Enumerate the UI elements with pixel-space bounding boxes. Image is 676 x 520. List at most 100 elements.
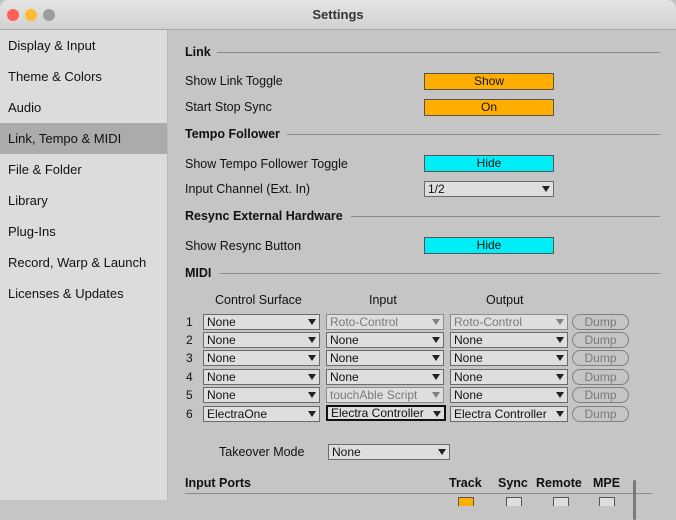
chevron-down-icon: [542, 186, 550, 192]
port-mpe-checkbox[interactable]: [599, 497, 615, 506]
midi-output-dropdown-5[interactable]: None: [450, 387, 568, 403]
column-header-track: Track: [449, 476, 482, 490]
dropdown-value: None: [454, 333, 483, 347]
chevron-down-icon: [308, 411, 316, 417]
dump-button-6[interactable]: Dump: [572, 406, 629, 422]
start-stop-sync-button[interactable]: On: [424, 99, 554, 116]
control-surface-dropdown-5[interactable]: None: [203, 387, 320, 403]
chevron-down-icon: [556, 392, 564, 398]
column-header-sync: Sync: [498, 476, 528, 490]
sidebar-item-library[interactable]: Library: [0, 185, 167, 216]
midi-input-dropdown-2[interactable]: None: [326, 332, 444, 348]
divider: [287, 134, 660, 135]
control-surface-dropdown-1[interactable]: None: [203, 314, 320, 330]
dropdown-value: None: [454, 388, 483, 402]
takeover-mode-label: Takeover Mode: [219, 445, 305, 459]
window-title: Settings: [312, 7, 364, 22]
dropdown-value: None: [330, 351, 359, 365]
midi-row-number: 5: [186, 388, 193, 402]
sidebar-item-theme-colors[interactable]: Theme & Colors: [0, 61, 167, 92]
dropdown-value: Electra Controller: [454, 407, 547, 421]
midi-output-dropdown-6[interactable]: Electra Controller: [450, 406, 568, 422]
chevron-down-icon: [438, 449, 446, 455]
chevron-down-icon: [308, 374, 316, 380]
sidebar-item-record-warp-launch[interactable]: Record, Warp & Launch: [0, 247, 167, 278]
midi-input-dropdown-5[interactable]: touchAble Script: [326, 387, 444, 403]
divider: [351, 216, 660, 217]
chevron-down-icon: [556, 411, 564, 417]
input-channel-dropdown[interactable]: 1/2: [424, 181, 554, 197]
midi-output-dropdown-1[interactable]: Roto-Control: [450, 314, 568, 330]
divider: [217, 52, 660, 53]
takeover-mode-dropdown[interactable]: None: [328, 444, 450, 460]
divider: [185, 493, 652, 494]
sidebar-item-audio[interactable]: Audio: [0, 92, 167, 123]
port-sync-checkbox[interactable]: [506, 497, 522, 506]
chevron-down-icon: [432, 355, 440, 361]
chevron-down-icon: [308, 355, 316, 361]
dropdown-value: None: [454, 351, 483, 365]
sidebar-item-licenses-updates[interactable]: Licenses & Updates: [0, 278, 167, 309]
midi-input-dropdown-4[interactable]: None: [326, 369, 444, 385]
midi-output-dropdown-2[interactable]: None: [450, 332, 568, 348]
midi-output-dropdown-4[interactable]: None: [450, 369, 568, 385]
show-tempo-follower-toggle-button[interactable]: Hide: [424, 155, 554, 172]
dropdown-value: None: [207, 388, 236, 402]
dropdown-value: Roto-Control: [330, 315, 399, 329]
show-resync-button-label: Show Resync Button: [185, 239, 302, 253]
sidebar-item-plug-ins[interactable]: Plug-Ins: [0, 216, 167, 247]
midi-row-number: 4: [186, 370, 193, 384]
chevron-down-icon: [432, 337, 440, 343]
dropdown-value: None: [454, 370, 483, 384]
dump-button-5[interactable]: Dump: [572, 387, 629, 403]
chevron-down-icon: [556, 319, 564, 325]
port-remote-checkbox[interactable]: [553, 497, 569, 506]
column-header-output: Output: [486, 293, 524, 307]
dump-button-1[interactable]: Dump: [572, 314, 629, 330]
dump-button-4[interactable]: Dump: [572, 369, 629, 385]
midi-input-dropdown-1[interactable]: Roto-Control: [326, 314, 444, 330]
section-header-resync: Resync External Hardware: [185, 209, 343, 223]
dropdown-value: None: [207, 370, 236, 384]
chevron-down-icon: [556, 355, 564, 361]
chevron-down-icon: [556, 374, 564, 380]
sidebar-item-display-input[interactable]: Display & Input: [0, 30, 167, 61]
midi-row-number: 6: [186, 407, 193, 421]
dropdown-value: None: [207, 333, 236, 347]
column-header-input: Input: [369, 293, 397, 307]
sidebar-item-link-tempo-midi[interactable]: Link, Tempo & MIDI: [0, 123, 167, 154]
chevron-down-icon: [432, 392, 440, 398]
column-header-remote: Remote: [536, 476, 582, 490]
control-surface-dropdown-2[interactable]: None: [203, 332, 320, 348]
dump-button-2[interactable]: Dump: [572, 332, 629, 348]
dump-button-3[interactable]: Dump: [572, 350, 629, 366]
start-stop-sync-label: Start Stop Sync: [185, 100, 272, 114]
dropdown-value: touchAble Script: [330, 388, 418, 402]
show-link-toggle-button[interactable]: Show: [424, 73, 554, 90]
chevron-down-icon: [308, 392, 316, 398]
section-header-link: Link: [185, 45, 211, 59]
midi-output-dropdown-3[interactable]: None: [450, 350, 568, 366]
midi-input-dropdown-3[interactable]: None: [326, 350, 444, 366]
title-bar: Settings: [0, 0, 676, 30]
show-link-toggle-label: Show Link Toggle: [185, 74, 283, 88]
section-header-input-ports: Input Ports: [185, 476, 251, 490]
sidebar: Display & Input Theme & Colors Audio Lin…: [0, 30, 168, 500]
port-track-checkbox[interactable]: [458, 497, 474, 506]
control-surface-dropdown-3[interactable]: None: [203, 350, 320, 366]
dropdown-value: None: [330, 370, 359, 384]
vertical-scrollbar[interactable]: [633, 480, 636, 520]
section-header-tempo-follower: Tempo Follower: [185, 127, 280, 141]
control-surface-dropdown-6[interactable]: ElectraOne: [203, 406, 320, 422]
control-surface-dropdown-4[interactable]: None: [203, 369, 320, 385]
input-channel-label: Input Channel (Ext. In): [185, 182, 311, 196]
chevron-down-icon: [308, 319, 316, 325]
midi-row-number: 1: [186, 315, 193, 329]
midi-input-dropdown-6[interactable]: Electra Controller: [326, 405, 446, 421]
dropdown-value: None: [207, 351, 236, 365]
show-resync-button-toggle[interactable]: Hide: [424, 237, 554, 254]
divider: [220, 273, 660, 274]
settings-panel: Link Show Link Toggle Show Start Stop Sy…: [168, 30, 676, 520]
dropdown-value: Electra Controller: [331, 407, 424, 419]
sidebar-item-file-folder[interactable]: File & Folder: [0, 154, 167, 185]
